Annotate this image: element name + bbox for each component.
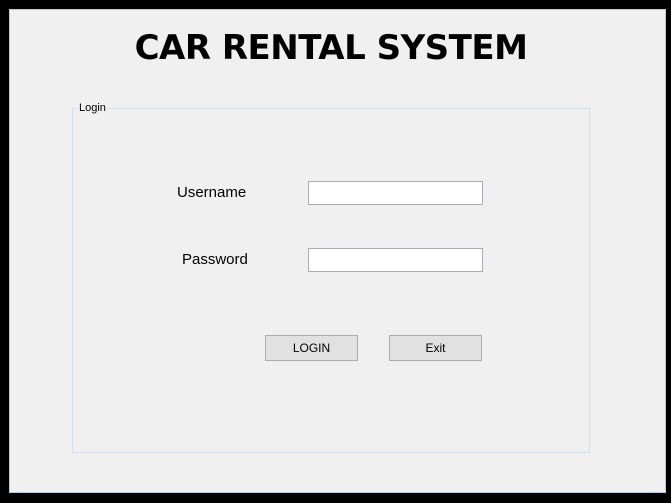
password-label: Password (182, 251, 248, 268)
password-input[interactable] (308, 248, 483, 272)
username-input[interactable] (308, 181, 483, 205)
app-window: CAR RENTAL SYSTEM Login Username Passwor… (0, 0, 671, 503)
exit-button[interactable]: Exit (389, 335, 482, 361)
login-group-box: Login (72, 102, 590, 453)
login-button[interactable]: LOGIN (265, 335, 358, 361)
username-label: Username (177, 184, 247, 201)
window-client-area: CAR RENTAL SYSTEM Login Username Passwor… (9, 9, 666, 493)
login-group-legend: Login (77, 102, 108, 115)
app-title: CAR RENTAL SYSTEM (134, 28, 528, 68)
